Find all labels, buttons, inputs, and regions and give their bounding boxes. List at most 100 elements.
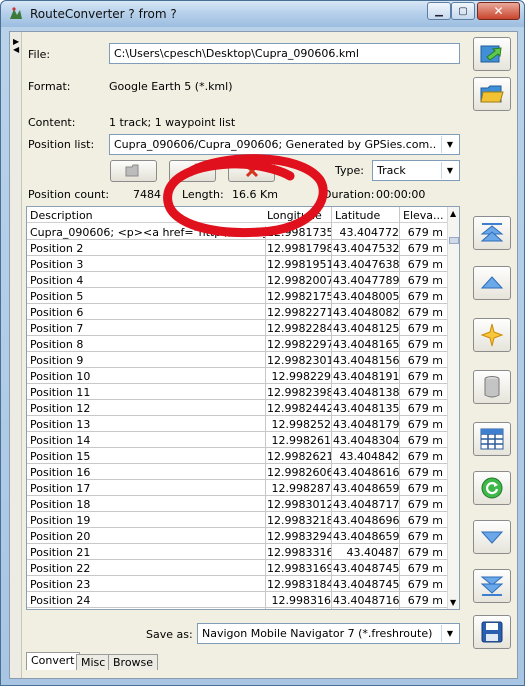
chevron-down-icon[interactable]: ▼ bbox=[441, 625, 458, 642]
cell-elevation: 679 m bbox=[407, 354, 443, 367]
cell-latitude: 43.4048659 bbox=[333, 482, 399, 495]
tab-misc[interactable]: Misc bbox=[76, 654, 111, 670]
folder-open-icon bbox=[480, 85, 504, 103]
up-arrow-icon bbox=[480, 276, 504, 289]
scroll-thumb[interactable] bbox=[449, 237, 459, 244]
scroll-up-icon[interactable]: ▲ bbox=[450, 209, 456, 218]
table-row[interactable]: Position 21 12.9983316 43.40487 679 m bbox=[27, 544, 447, 562]
table-row[interactable]: Position 9 12.9982301 43.4048156 679 m bbox=[27, 352, 447, 370]
cell-longitude: 12.998229 bbox=[271, 370, 332, 383]
table-scrollbar[interactable]: ▲ ▼ bbox=[447, 207, 459, 609]
table-row[interactable]: Cupra_090606; <p><a href="http://www.gp.… bbox=[27, 224, 447, 242]
table-row[interactable]: Position 5 12.9982175 43.4048005 679 m bbox=[27, 288, 447, 306]
table-row[interactable]: Position 7 12.9982284 43.4048125 679 m bbox=[27, 320, 447, 338]
grid-icon bbox=[480, 428, 504, 450]
main-panel: ▶ ◀ File: C:\Users\cpesch\Desktop\Cupra_0… bbox=[9, 31, 518, 679]
pencil-icon bbox=[185, 163, 200, 177]
rename-button[interactable] bbox=[169, 160, 216, 182]
save-button[interactable] bbox=[473, 615, 511, 649]
column-header-latitude[interactable]: Latitude bbox=[335, 209, 380, 222]
side-strip[interactable]: ▶ ◀ bbox=[10, 32, 22, 678]
table-row[interactable]: Position 11 12.9982398 43.4048138 679 m bbox=[27, 384, 447, 402]
cell-latitude: 43.4048125 bbox=[333, 322, 399, 335]
table-row[interactable]: Position 13 12.998252 43.4048179 679 m bbox=[27, 416, 447, 434]
column-divider bbox=[399, 207, 400, 609]
table-row[interactable]: Position 12 12.9982442 43.4048135 679 m bbox=[27, 400, 447, 418]
file-field[interactable]: C:\Users\cpesch\Desktop\Cupra_090606.kml bbox=[109, 43, 460, 64]
cell-longitude: 12.998287 bbox=[271, 482, 332, 495]
length-value: 16.6 Km bbox=[232, 188, 278, 201]
new-position-list-button[interactable] bbox=[110, 160, 157, 182]
cell-description: Position 24 bbox=[30, 594, 266, 609]
column-header-longitude[interactable]: Longitude bbox=[267, 209, 322, 222]
table-row[interactable]: Position 8 12.9982297 43.4048165 679 m bbox=[27, 336, 447, 354]
cell-elevation: 679 m bbox=[407, 274, 443, 287]
table-row[interactable]: Position 2 12.9981798 43.4047532 679 m bbox=[27, 240, 447, 258]
table-row[interactable]: Position 15 12.9982621 43.404842 679 m bbox=[27, 448, 447, 466]
collapse-arrow-icon[interactable]: ▶ ◀ bbox=[13, 38, 19, 54]
chevron-down-icon[interactable]: ▼ bbox=[441, 136, 458, 153]
table-row[interactable]: Position 10 12.998229 43.4048191 679 m bbox=[27, 368, 447, 386]
move-to-bottom-button[interactable] bbox=[473, 569, 511, 603]
table-row[interactable]: Position 18 12.9983012 43.4048717 679 m bbox=[27, 496, 447, 514]
title-bar[interactable]: RouteConverter ? from ? ▁ ▢ ✕ bbox=[1, 1, 524, 27]
table-row[interactable]: Position 14 12.998261 43.4048304 679 m bbox=[27, 432, 447, 450]
table-row[interactable]: Position 3 12.9981951 43.4047638 679 m bbox=[27, 256, 447, 274]
table-row[interactable]: Position 16 12.9982606 43.4048616 679 m bbox=[27, 464, 447, 482]
table-row[interactable]: Position 19 12.9983218 43.4048696 679 m bbox=[27, 512, 447, 530]
cell-elevation: 679 m bbox=[407, 226, 443, 239]
add-position-button[interactable] bbox=[473, 318, 511, 352]
position-list-select[interactable]: Cupra_090606/Cupra_090606; Generated by … bbox=[109, 134, 460, 155]
cell-elevation: 679 m bbox=[407, 530, 443, 543]
content-label: Content: bbox=[28, 116, 76, 129]
table-row[interactable]: Position 6 12.9982271 43.4048082 679 m bbox=[27, 304, 447, 322]
column-header-elevation[interactable]: Eleva... bbox=[403, 209, 444, 222]
save-as-format-value: Navigon Mobile Navigator 7 (*.freshroute… bbox=[202, 627, 433, 640]
tab-browse[interactable]: Browse bbox=[108, 654, 159, 670]
positions-table[interactable]: Description Longitude Latitude Eleva... … bbox=[26, 206, 460, 610]
refresh-icon bbox=[481, 477, 503, 499]
cell-longitude: 12.9982284 bbox=[267, 322, 331, 335]
cell-latitude: 43.4047638 bbox=[333, 258, 399, 271]
move-to-top-button[interactable] bbox=[473, 216, 511, 250]
open-arrow-icon bbox=[480, 45, 502, 63]
maximize-icon: ▢ bbox=[458, 5, 468, 17]
duration-value: 00:00:00 bbox=[376, 188, 426, 201]
format-label: Format: bbox=[28, 80, 71, 93]
table-row[interactable]: Position 22 12.9983169 43.4048745 679 m bbox=[27, 560, 447, 578]
type-select[interactable]: Track ▼ bbox=[372, 160, 460, 181]
cell-elevation: 679 m bbox=[407, 482, 443, 495]
cell-latitude: 43.40487 bbox=[346, 546, 400, 559]
table-row[interactable]: Position 23 12.9983184 43.4048745 679 m bbox=[27, 576, 447, 594]
refresh-button[interactable] bbox=[473, 471, 511, 505]
delete-list-button[interactable] bbox=[228, 160, 275, 182]
cell-latitude: 43.4048191 bbox=[333, 370, 399, 383]
cell-latitude: 43.4048156 bbox=[333, 354, 399, 367]
cell-longitude: 12.9982175 bbox=[267, 290, 331, 303]
table-row[interactable]: Position 24 12.998316 43.4048716 679 m bbox=[27, 592, 447, 609]
column-header-description[interactable]: Description bbox=[30, 209, 266, 225]
scroll-down-icon[interactable]: ▼ bbox=[450, 598, 456, 607]
table-row[interactable]: Position 20 12.9983294 43.4048659 679 m bbox=[27, 528, 447, 546]
chevron-down-icon[interactable]: ▼ bbox=[441, 162, 458, 179]
cell-longitude: 12.9982007 bbox=[267, 274, 331, 287]
cell-longitude: 12.9982301 bbox=[267, 354, 331, 367]
move-down-button[interactable] bbox=[473, 520, 511, 554]
move-up-button[interactable] bbox=[473, 266, 511, 300]
full-table-button[interactable] bbox=[473, 422, 511, 456]
maximize-button[interactable]: ▢ bbox=[451, 2, 475, 20]
table-row[interactable]: Position 4 12.9982007 43.4047789 679 m bbox=[27, 272, 447, 290]
cell-elevation: 679 m bbox=[407, 290, 443, 303]
tab-convert[interactable]: Convert bbox=[26, 652, 80, 670]
open-file-button[interactable] bbox=[473, 37, 511, 71]
open-folder-button[interactable] bbox=[473, 77, 511, 111]
cell-latitude: 43.4048696 bbox=[333, 514, 399, 527]
table-row[interactable]: Position 17 12.998287 43.4048659 679 m bbox=[27, 480, 447, 498]
length-label: Length: bbox=[182, 188, 224, 201]
cell-longitude: 12.9982606 bbox=[267, 466, 331, 479]
delete-position-button[interactable] bbox=[473, 370, 511, 404]
save-as-format-select[interactable]: Navigon Mobile Navigator 7 (*.freshroute… bbox=[197, 623, 460, 644]
close-button[interactable]: ✕ bbox=[477, 2, 520, 20]
cell-longitude: 12.9982398 bbox=[267, 386, 331, 399]
minimize-button[interactable]: ▁ bbox=[427, 2, 451, 20]
